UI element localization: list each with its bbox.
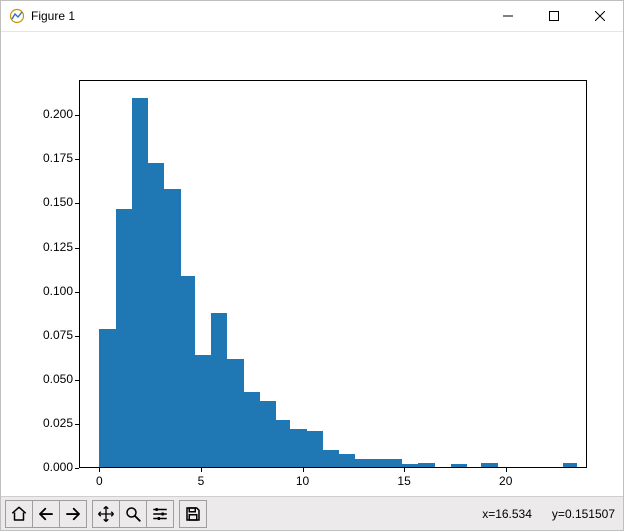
histogram-bar	[307, 431, 323, 468]
y-tick-label: 0.025	[29, 416, 73, 430]
plot-canvas[interactable]: 0.000 0.025 0.050 0.075 0.100 0.125 0.150 0.175…	[1, 32, 623, 496]
x-tick-label: 0	[84, 474, 114, 488]
histogram-bar	[227, 359, 243, 468]
y-tick-label: 0.100	[29, 284, 73, 298]
x-tick	[99, 468, 100, 472]
histogram-bar	[148, 163, 164, 468]
y-tick-label: 0.050	[29, 372, 73, 386]
histogram-bar	[99, 329, 115, 468]
app-icon	[9, 8, 25, 24]
pan-button[interactable]	[92, 500, 120, 528]
arrow-left-icon	[37, 505, 55, 523]
histogram-bar	[211, 313, 227, 468]
histogram-bar	[355, 459, 371, 468]
y-tick-label: 0.075	[29, 328, 73, 342]
y-tick-label: 0.200	[29, 107, 73, 121]
histogram-bar	[418, 463, 434, 468]
histogram-bar	[563, 463, 577, 468]
histogram-bar	[323, 450, 339, 468]
y-tick-label: 0.125	[29, 240, 73, 254]
histogram-bar	[181, 276, 195, 468]
x-tick-label: 20	[491, 474, 521, 488]
histogram-bar	[386, 459, 402, 468]
y-tick	[75, 380, 79, 381]
home-icon	[10, 505, 28, 523]
histogram-bar	[244, 392, 260, 468]
y-tick	[75, 159, 79, 160]
histogram-bar	[132, 98, 148, 468]
y-tick	[75, 424, 79, 425]
figure-window: Figure 1 0.0000.0250.0500.0750.1000.1250…	[0, 0, 624, 531]
home-button[interactable]	[5, 500, 33, 528]
close-button[interactable]	[577, 1, 623, 31]
zoom-icon	[124, 505, 142, 523]
y-tick	[75, 248, 79, 249]
y-tick	[75, 336, 79, 337]
configure-subplots-button[interactable]	[146, 500, 174, 528]
save-icon	[184, 505, 202, 523]
histogram-bar	[260, 401, 276, 468]
y-tick-label: 0.000	[29, 460, 73, 474]
histogram-bar	[339, 454, 355, 468]
y-tick-label: 0.150	[29, 195, 73, 209]
maximize-button[interactable]	[531, 1, 577, 31]
histogram-bar	[290, 429, 306, 468]
mpl-toolbar: x=16.534 y=0.151507	[1, 496, 623, 530]
window-title: Figure 1	[31, 9, 75, 23]
zoom-button[interactable]	[119, 500, 147, 528]
sliders-icon	[151, 505, 169, 523]
y-tick	[75, 292, 79, 293]
histogram-bar	[195, 355, 211, 468]
axes	[79, 80, 587, 468]
y-tick	[75, 115, 79, 116]
histogram-bar	[481, 463, 497, 468]
y-tick	[75, 468, 79, 469]
y-tick-label: 0.175	[29, 151, 73, 165]
x-tick-label: 5	[186, 474, 216, 488]
move-icon	[97, 505, 115, 523]
x-tick	[506, 468, 507, 472]
x-tick-label: 10	[288, 474, 318, 488]
y-tick	[75, 203, 79, 204]
arrow-right-icon	[64, 505, 82, 523]
histogram-bar	[164, 189, 180, 468]
x-tick-label: 15	[389, 474, 419, 488]
x-tick	[303, 468, 304, 472]
titlebar[interactable]: Figure 1	[1, 1, 623, 32]
cursor-coordinates: x=16.534 y=0.151507	[482, 507, 619, 521]
histogram-bar	[116, 209, 132, 468]
forward-button[interactable]	[59, 500, 87, 528]
save-button[interactable]	[179, 500, 207, 528]
histogram-bar	[276, 420, 290, 468]
histogram-bar	[451, 464, 467, 468]
minimize-button[interactable]	[485, 1, 531, 31]
histogram-bar	[372, 459, 386, 468]
x-tick	[404, 468, 405, 472]
histogram-bars	[79, 80, 587, 468]
x-tick	[201, 468, 202, 472]
back-button[interactable]	[32, 500, 60, 528]
